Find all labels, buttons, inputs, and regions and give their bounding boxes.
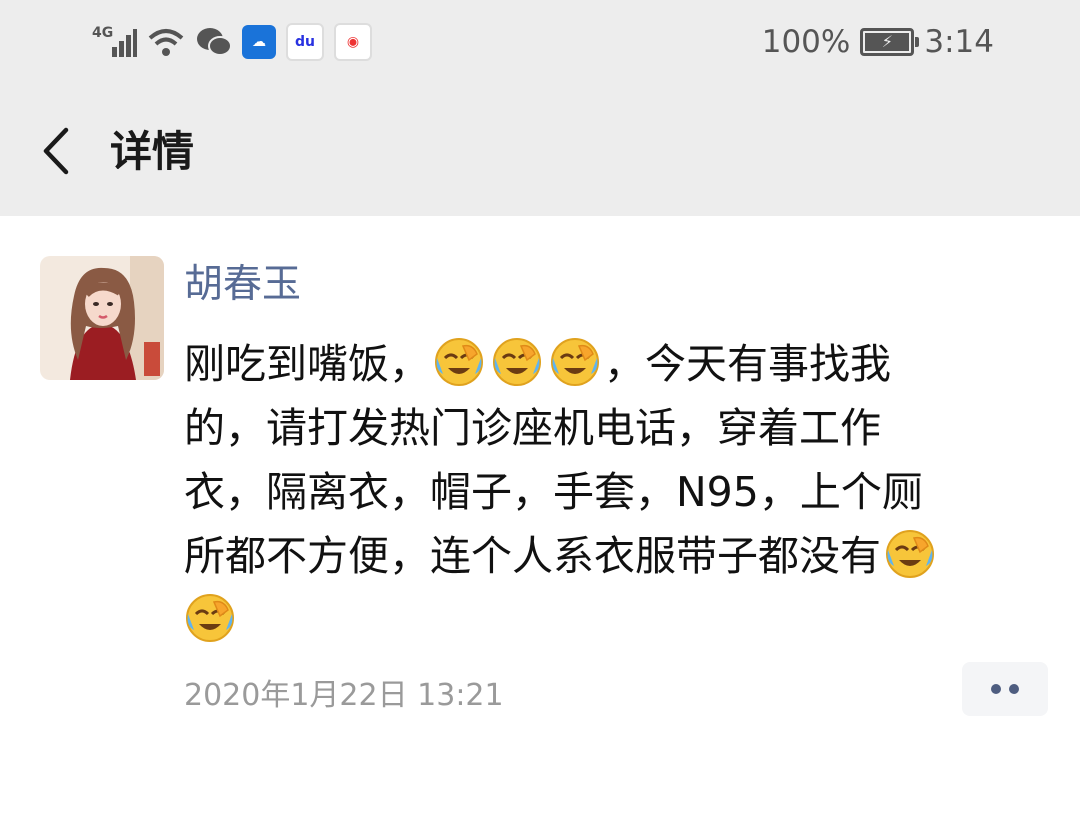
content-line [184, 588, 1014, 652]
content-line: 的，请打发热门诊座机电话，穿着工作 [184, 404, 881, 452]
baidu-maps-icon: ◉ [334, 23, 372, 61]
moment-post: 胡春玉 刚吃到嘴饭， ，今天有事找我 的，请打发热门诊座机电话，穿着工作 衣，隔离… [0, 216, 1080, 822]
battery-percent: 100% [761, 24, 851, 60]
post-content: 刚吃到嘴饭， ，今天有事找我 的，请打发热门诊座机电话，穿着工作 衣，隔离衣，帽子… [184, 332, 1014, 652]
wifi-icon [148, 29, 184, 56]
back-chevron-icon[interactable] [38, 126, 78, 176]
content-line: 所都不方便，连个人系衣服带子都没有 [184, 524, 1014, 588]
content-text: 所都不方便，连个人系衣服带子都没有 [184, 532, 881, 580]
post-timestamp: 2020年1月22日 13:21 [184, 678, 504, 713]
content-text: ，今天有事找我 [604, 340, 891, 388]
more-actions-button[interactable] [962, 662, 1048, 716]
face-with-tears-emoji [551, 338, 599, 386]
battery-charging-icon: ⚡ [860, 28, 920, 56]
face-with-tears-emoji [435, 338, 483, 386]
status-time: 3:14 [924, 24, 994, 60]
author-name[interactable]: 胡春玉 [184, 260, 301, 310]
network-type: 4G [92, 25, 114, 41]
avatar[interactable] [40, 256, 164, 380]
baidu-icon: du [286, 23, 324, 61]
content-line: 刚吃到嘴饭， ，今天有事找我 [184, 332, 1014, 396]
nav-bar: 详情 [0, 100, 1080, 208]
more-dots-icon [1009, 684, 1019, 694]
face-with-tears-emoji [886, 530, 934, 578]
signal-icon: 4G [92, 25, 137, 59]
face-with-tears-emoji [186, 594, 234, 642]
status-icons-left: 4G ☁ du ◉ [92, 22, 372, 62]
cloud-app-icon: ☁ [242, 25, 276, 59]
status-icons-right: 100% ⚡ 3:14 [762, 20, 994, 64]
content-line: 衣，隔离衣，帽子，手套，N95，上个厕 [184, 468, 923, 516]
page-title: 详情 [110, 127, 195, 176]
status-bar: 4G ☁ du ◉ 100% ⚡ 3:14 [0, 0, 1080, 86]
content-text: 刚吃到嘴饭， [184, 340, 430, 388]
wechat-icon [197, 28, 232, 56]
face-with-tears-emoji [493, 338, 541, 386]
more-dots-icon [991, 684, 1001, 694]
top-bar: 4G ☁ du ◉ 100% ⚡ 3:14 详情 [0, 0, 1080, 216]
